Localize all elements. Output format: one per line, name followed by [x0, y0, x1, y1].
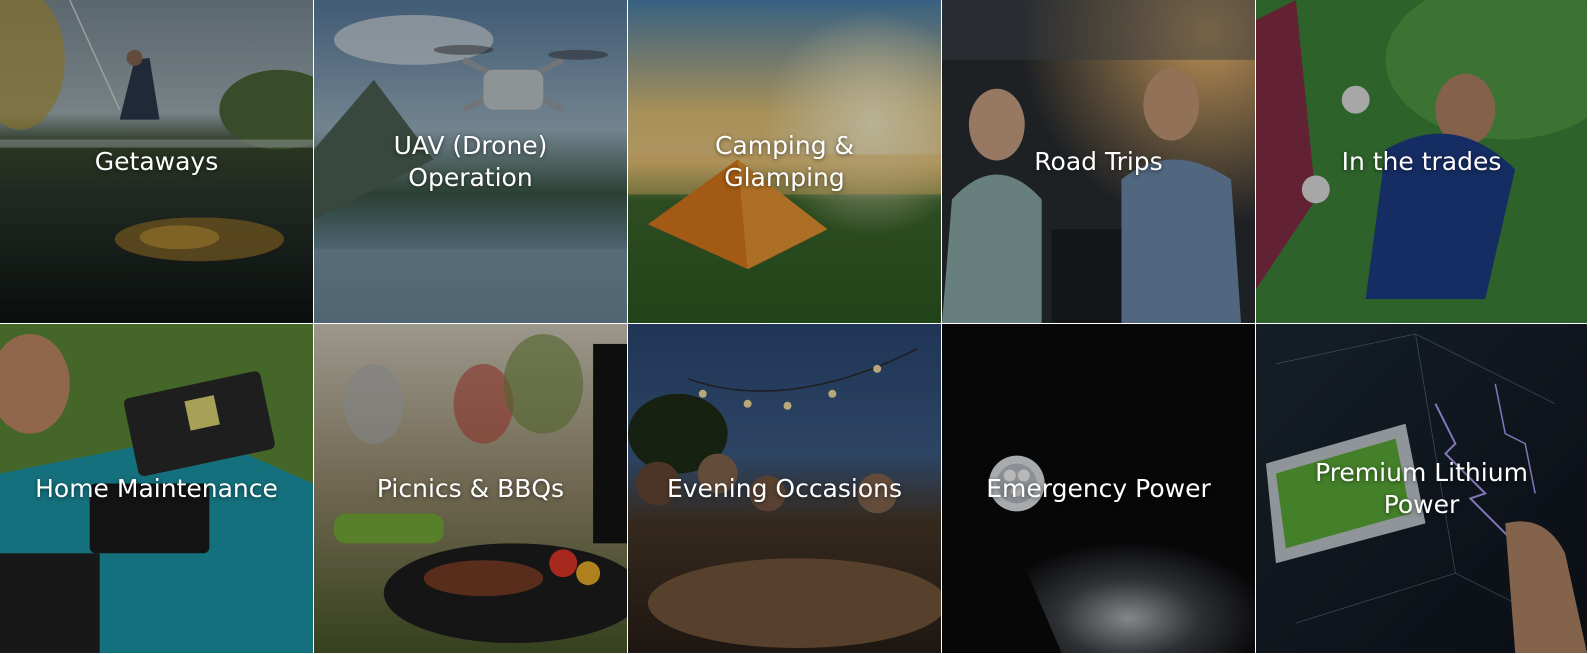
tile-label: Road Trips [1034, 146, 1163, 176]
tile-picnics-bbqs[interactable]: Picnics & BBQs [314, 324, 628, 654]
tile-label: Emergency Power [986, 473, 1211, 503]
tile-evening-occasions[interactable]: Evening Occasions [628, 324, 942, 654]
use-case-grid: Getaways UAV (Drone) Operation Camping &… [0, 0, 1588, 654]
tile-label: In the trades [1341, 146, 1502, 176]
tile-uav-drone-operation[interactable]: UAV (Drone) Operation [314, 0, 628, 324]
tile-emergency-power[interactable]: Emergency Power [942, 324, 1256, 654]
tile-in-the-trades[interactable]: In the trades [1256, 0, 1588, 324]
tile-home-maintenance[interactable]: Home Maintenance [0, 324, 314, 654]
tile-label: Camping & Glamping [714, 130, 855, 192]
tile-getaways[interactable]: Getaways [0, 0, 314, 324]
tile-premium-lithium-power[interactable]: Premium Lithium Power [1256, 324, 1588, 654]
tile-label: Home Maintenance [35, 473, 278, 503]
tile-label: Picnics & BBQs [376, 473, 565, 503]
tile-label: UAV (Drone) Operation [393, 130, 548, 192]
tile-label: Getaways [94, 146, 219, 176]
tile-camping-glamping[interactable]: Camping & Glamping [628, 0, 942, 324]
tile-label: Evening Occasions [666, 473, 903, 503]
tile-road-trips[interactable]: Road Trips [942, 0, 1256, 324]
tile-label: Premium Lithium Power [1315, 457, 1528, 519]
